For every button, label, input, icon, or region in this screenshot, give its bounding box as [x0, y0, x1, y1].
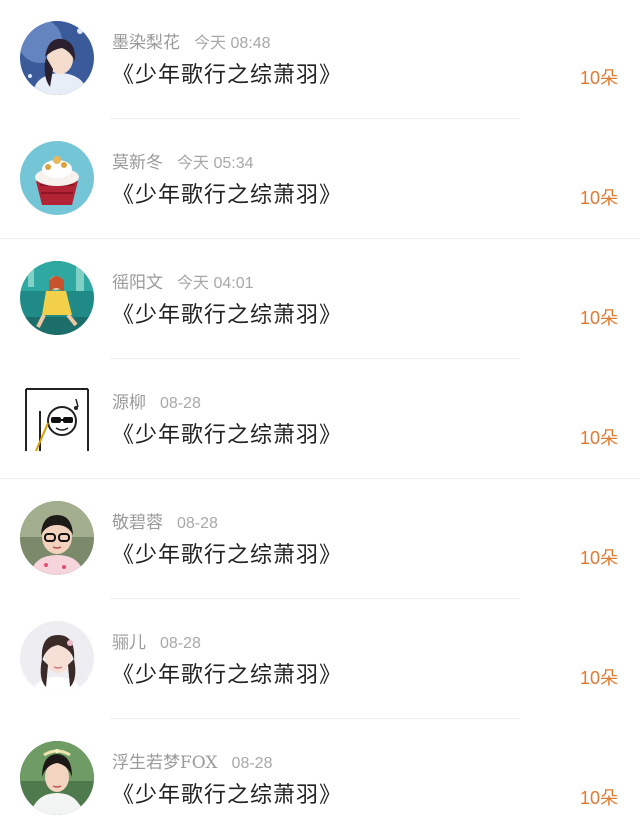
gift-amount: 10朵	[579, 668, 618, 688]
gift-meta: 敬碧蓉 08-28	[112, 508, 218, 533]
username[interactable]: 墨染梨花	[112, 33, 180, 53]
timestamp: 今天 05:34	[177, 155, 254, 172]
username[interactable]: 源柳	[112, 393, 146, 413]
timestamp: 08-28	[177, 515, 218, 532]
book-title[interactable]: 《少年歌行之综萧羽》	[112, 657, 342, 689]
list-item[interactable]: 徭阳文 今天 04:01 《少年歌行之综萧羽》 10朵	[0, 240, 640, 360]
username[interactable]: 徭阳文	[112, 273, 163, 293]
book-title[interactable]: 《少年歌行之综萧羽》	[112, 57, 342, 89]
list-item[interactable]: 墨染梨花 今天 08:48 《少年歌行之综萧羽》 10朵	[0, 0, 640, 120]
child-glasses-avatar-icon[interactable]	[20, 501, 94, 575]
list-item[interactable]: 骊儿 08-28 《少年歌行之综萧羽》 10朵	[0, 600, 640, 720]
list-item[interactable]: 敬碧蓉 08-28 《少年歌行之综萧羽》 10朵	[0, 480, 640, 600]
gift-meta: 源柳 08-28	[112, 388, 201, 413]
timestamp: 08-28	[160, 395, 201, 412]
list-item[interactable]: 源柳 08-28 《少年歌行之综萧羽》 10朵	[0, 360, 640, 480]
timestamp: 今天 04:01	[177, 275, 254, 292]
doodle-avatar-icon[interactable]	[20, 381, 94, 455]
book-title[interactable]: 《少年歌行之综萧羽》	[112, 417, 342, 449]
divider	[0, 478, 640, 479]
divider	[0, 238, 640, 239]
timestamp: 08-28	[160, 635, 201, 652]
book-title[interactable]: 《少年歌行之综萧羽》	[112, 177, 342, 209]
gift-amount: 10朵	[579, 68, 618, 88]
gift-meta: 浮生若梦FOX 08-28	[112, 748, 272, 773]
gift-amount: 10朵	[579, 308, 618, 328]
username[interactable]: 骊儿	[112, 633, 146, 653]
gift-meta: 莫新冬 今天 05:34	[112, 148, 254, 173]
book-title[interactable]: 《少年歌行之综萧羽》	[112, 777, 342, 809]
book-title[interactable]: 《少年歌行之综萧羽》	[112, 537, 342, 569]
book-title[interactable]: 《少年歌行之综萧羽》	[112, 297, 342, 329]
username[interactable]: 莫新冬	[112, 153, 163, 173]
list-item[interactable]: 莫新冬 今天 05:34 《少年歌行之综萧羽》 10朵	[0, 120, 640, 240]
divider	[110, 718, 520, 719]
girl-portrait-avatar-icon[interactable]	[20, 621, 94, 695]
gift-meta: 徭阳文 今天 04:01	[112, 268, 254, 293]
divider	[110, 358, 520, 359]
girl-moon-avatar-icon[interactable]	[20, 21, 94, 95]
gift-amount: 10朵	[579, 548, 618, 568]
cupcake-avatar-icon[interactable]	[20, 141, 94, 215]
timestamp: 今天 08:48	[194, 35, 271, 52]
gift-meta: 骊儿 08-28	[112, 628, 201, 653]
gift-amount: 10朵	[579, 788, 618, 808]
username[interactable]: 浮生若梦FOX	[112, 753, 218, 773]
gift-amount: 10朵	[579, 188, 618, 208]
timestamp: 08-28	[231, 755, 273, 772]
gift-record-list: 墨染梨花 今天 08:48 《少年歌行之综萧羽》 10朵 莫新冬 今天 05:34 …	[0, 0, 640, 830]
gift-amount: 10朵	[579, 428, 618, 448]
divider	[110, 118, 520, 119]
username[interactable]: 敬碧蓉	[112, 513, 163, 533]
list-item[interactable]: 浮生若梦FOX 08-28 《少年歌行之综萧羽》 10朵	[0, 720, 640, 840]
costume-girl-avatar-icon[interactable]	[20, 741, 94, 815]
divider	[110, 598, 520, 599]
gift-meta: 墨染梨花 今天 08:48	[112, 28, 271, 53]
illustrated-girl-avatar-icon[interactable]	[20, 261, 94, 335]
